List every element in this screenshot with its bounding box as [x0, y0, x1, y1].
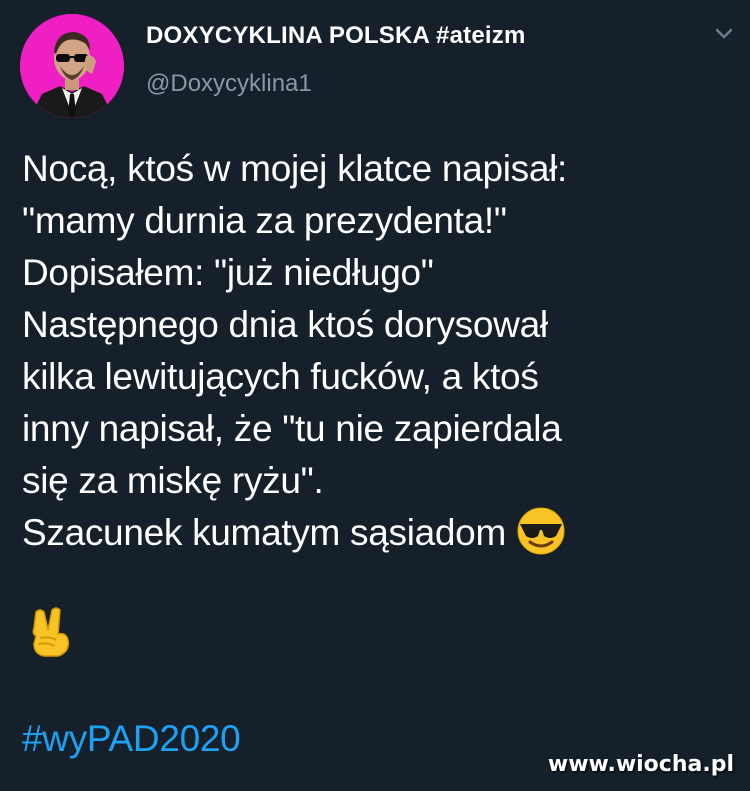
tweet-card: DOXYCYKLINA POLSKA #ateizm @Doxycyklina1…	[0, 0, 750, 791]
tweet-text-line: kilka lewitujących fucków, a ktoś	[22, 356, 539, 397]
chevron-down-icon[interactable]	[712, 24, 736, 44]
tweet-text-line: Dopisałem: "już niedługo"	[22, 252, 434, 293]
watermark: www.wiocha.pl	[547, 752, 734, 777]
tweet-text-line-content: Szacunek kumatym sąsiadom	[22, 512, 506, 553]
tweet-text-line: Nocą, ktoś w mojej klatce napisał:	[22, 148, 568, 189]
user-handle[interactable]: @Doxycyklina1	[146, 70, 312, 98]
tweet-text: Nocą, ktoś w mojej klatce napisał: "mamy…	[22, 143, 737, 560]
tweet-text-line: się za miskę ryżu".	[22, 460, 324, 501]
victory-hand-emoji-icon	[26, 606, 74, 658]
avatar[interactable]	[20, 14, 124, 118]
display-name[interactable]: DOXYCYKLINA POLSKA #ateizm	[146, 22, 526, 50]
tweet-text-line-last: Szacunek kumatym sąsiadom	[22, 507, 737, 560]
sunglasses-emoji-icon	[516, 506, 566, 556]
avatar-portrait-icon	[20, 14, 124, 118]
tweet-text-line: Następnego dnia ktoś dorysował	[22, 304, 548, 345]
hashtag-link[interactable]: #wyPAD2020	[22, 718, 241, 760]
tweet-text-line: "mamy durnia za prezydenta!"	[22, 200, 507, 241]
tweet-text-line: inny napisał, że "tu nie zapierdala	[22, 408, 562, 449]
